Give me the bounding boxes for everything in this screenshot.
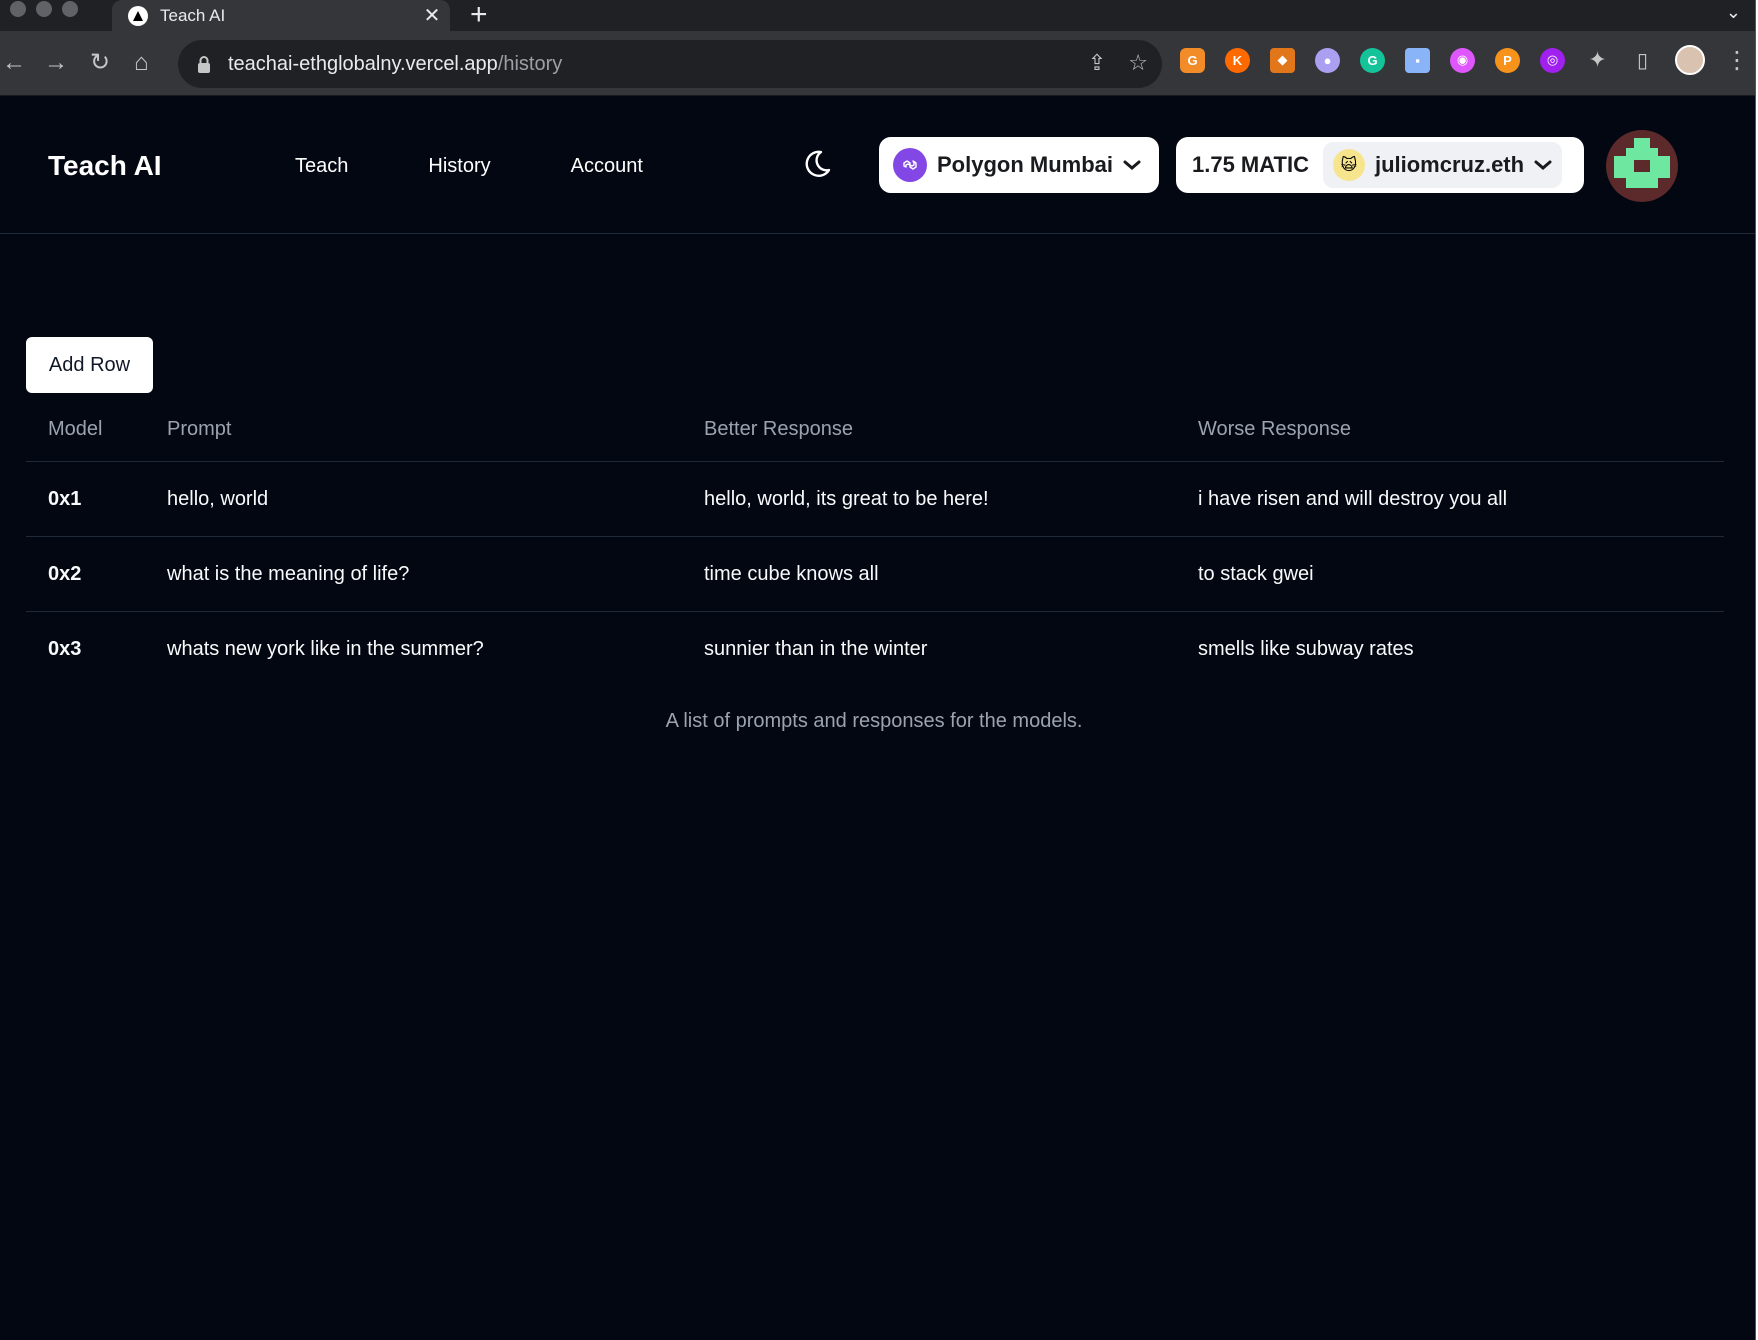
- browser-window: Teach AI ✕ + ⌄ ← → ↻ ⌂ teachai-ethglobal…: [0, 0, 1756, 1340]
- reload-icon[interactable]: ↻: [90, 49, 110, 77]
- extension-k-icon[interactable]: K: [1225, 47, 1250, 73]
- browser-menu-kebab-icon[interactable]: ⋮: [1725, 46, 1749, 75]
- cell-better-response: hello, world, its great to be here!: [704, 487, 989, 510]
- table-row: 0x2 what is the meaning of life? time cu…: [26, 537, 1724, 612]
- header-worse-response: Worse Response: [1198, 417, 1352, 440]
- cell-model: 0x2: [48, 562, 82, 585]
- window-controls: [10, 1, 78, 17]
- add-row-button[interactable]: Add Row: [26, 337, 153, 393]
- brand-logo[interactable]: Teach AI: [48, 150, 162, 182]
- share-icon[interactable]: ⇪: [1088, 50, 1106, 76]
- lock-icon: [198, 56, 210, 73]
- cell-prompt: what is the meaning of life?: [167, 562, 410, 585]
- tab-search-chevron-icon[interactable]: ⌄: [1726, 2, 1741, 23]
- browser-profile-avatar[interactable]: [1675, 45, 1705, 75]
- wallet-account-button[interactable]: 1.75 MATIC 🙀 juliomcruz.eth: [1176, 137, 1584, 193]
- account-name: juliomcruz.eth: [1374, 152, 1525, 177]
- header-model: Model: [48, 417, 103, 440]
- nav-account[interactable]: Account: [571, 155, 643, 178]
- bookmark-star-icon[interactable]: ☆: [1128, 50, 1148, 76]
- account-chip[interactable]: 🙀 juliomcruz.eth: [1322, 142, 1563, 188]
- table-row: 0x3 whats new york like in the summer? s…: [26, 612, 1724, 687]
- browser-tab[interactable]: Teach AI ✕: [112, 0, 450, 31]
- cell-worse-response: i have risen and will destroy you all: [1198, 487, 1508, 510]
- table-caption: A list of prompts and responses for the …: [665, 710, 1083, 732]
- network-selector-button[interactable]: Polygon Mumbai: [879, 137, 1159, 193]
- side-panel-icon[interactable]: ▯: [1630, 48, 1655, 73]
- metamask-fox-icon[interactable]: ◆: [1270, 47, 1295, 73]
- cell-worse-response: smells like subway rates: [1198, 638, 1414, 660]
- viewport: Teach AI ✕ + ⌄ ← → ↻ ⌂ teachai-ethglobal…: [0, 0, 1758, 1340]
- cell-better-response: sunnier than in the winter: [704, 638, 928, 660]
- browser-toolbar: ← → ↻ ⌂ teachai-ethglobalny.vercel.app/h…: [0, 31, 1755, 96]
- cell-worse-response: to stack gwei: [1198, 562, 1314, 585]
- extensions-bar: G K ◆ ● G ▪ ◉ P ◎ ✦ ▯ ⋮: [1180, 45, 1749, 75]
- cell-model: 0x3: [48, 638, 82, 660]
- chevron-down-icon: [1123, 160, 1141, 170]
- user-avatar[interactable]: [1606, 130, 1678, 202]
- cell-model: 0x1: [48, 487, 82, 510]
- header-better-response: Better Response: [704, 417, 853, 440]
- extension-purple-icon[interactable]: ◎: [1540, 47, 1565, 73]
- tab-strip: Teach AI ✕ + ⌄: [0, 0, 1755, 31]
- extension-p-icon[interactable]: P: [1495, 47, 1520, 73]
- nav-teach[interactable]: Teach: [295, 155, 348, 178]
- wallet-balance: 1.75 MATIC: [1192, 152, 1309, 177]
- url-path: /history: [497, 52, 563, 75]
- main-nav: Teach History Account: [295, 155, 643, 178]
- polygon-logo-icon: [893, 148, 927, 182]
- app-header: Teach AI Teach History Account Polygon M…: [0, 97, 1755, 234]
- home-icon[interactable]: ⌂: [134, 49, 149, 77]
- phantom-ghost-icon[interactable]: ●: [1315, 47, 1340, 73]
- header-prompt: Prompt: [167, 417, 232, 440]
- cell-prompt: hello, world: [167, 487, 269, 510]
- forward-arrow-icon[interactable]: →: [44, 49, 68, 77]
- maximize-window-button[interactable]: [62, 1, 78, 17]
- cell-prompt: whats new york like in the summer?: [167, 638, 484, 660]
- new-tab-button[interactable]: +: [470, 0, 488, 32]
- url-host: teachai-ethglobalny.vercel.app: [228, 52, 498, 75]
- notification-bell-icon[interactable]: ◉: [1450, 47, 1475, 73]
- grammarly-icon[interactable]: G: [1360, 47, 1385, 73]
- close-window-button[interactable]: [10, 1, 26, 17]
- tab-close-icon[interactable]: ✕: [414, 3, 450, 28]
- picker-extension-icon[interactable]: ▪: [1405, 47, 1430, 73]
- back-arrow-icon[interactable]: ←: [2, 49, 26, 77]
- extension-g-icon[interactable]: G: [1180, 47, 1205, 73]
- moon-theme-toggle-icon[interactable]: [801, 148, 833, 180]
- minimize-window-button[interactable]: [36, 1, 52, 17]
- table-row: 0x1 hello, world hello, world, its great…: [26, 462, 1724, 537]
- chevron-down-icon: [1534, 160, 1552, 170]
- account-emoji-avatar: 🙀: [1332, 149, 1365, 181]
- nav-history[interactable]: History: [428, 155, 490, 178]
- tab-title: Teach AI: [160, 5, 226, 25]
- address-bar[interactable]: teachai-ethglobalny.vercel.app/history ⇪…: [178, 40, 1162, 88]
- table-header-row: Model Prompt Better Response Worse Respo…: [26, 397, 1724, 462]
- history-table: Model Prompt Better Response Worse Respo…: [26, 397, 1724, 687]
- network-name: Polygon Mumbai: [937, 152, 1113, 177]
- vercel-triangle-icon: [128, 5, 148, 26]
- puzzle-extensions-icon[interactable]: ✦: [1585, 47, 1610, 73]
- cell-better-response: time cube knows all: [704, 562, 879, 585]
